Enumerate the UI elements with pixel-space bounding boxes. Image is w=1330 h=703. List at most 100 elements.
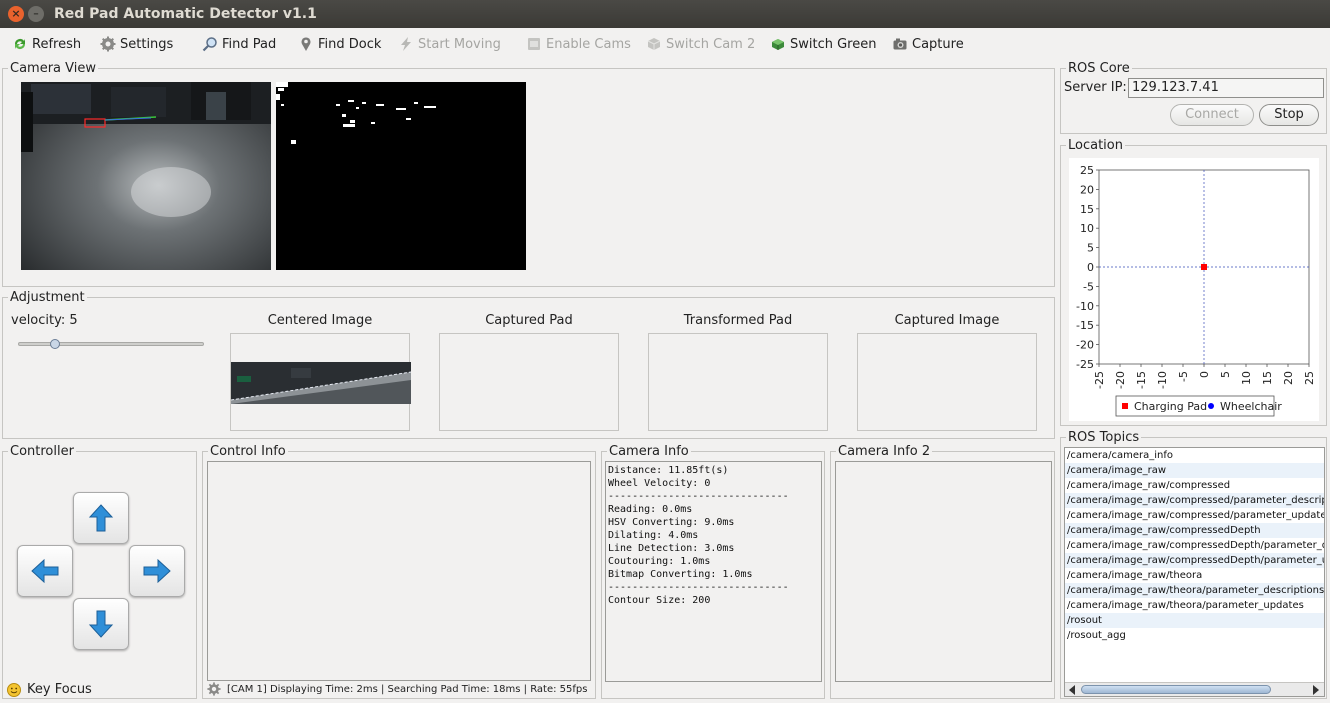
- capture-label: Capture: [912, 36, 964, 52]
- controller-title: Controller: [8, 444, 76, 459]
- topic-item[interactable]: /camera/camera_info: [1065, 448, 1324, 463]
- topic-item[interactable]: /camera/image_raw/theora: [1065, 568, 1324, 583]
- server-ip-label: Server IP:: [1064, 80, 1127, 95]
- gear-icon: [207, 682, 221, 696]
- move-up-button[interactable]: [73, 492, 129, 544]
- controller-panel: Controller Key Focus: [2, 444, 197, 699]
- find-pad-label: Find Pad: [222, 36, 277, 52]
- camera-info-title: Camera Info: [607, 444, 691, 459]
- topics-container: /camera/camera_info/camera/image_raw/cam…: [1065, 448, 1324, 643]
- topic-item[interactable]: /camera/image_raw/compressedDepth/parame…: [1065, 538, 1324, 553]
- scroll-left-icon[interactable]: [1068, 685, 1076, 695]
- y-tick-label: -15: [1076, 319, 1094, 332]
- magnifier-icon: [202, 37, 217, 52]
- green-cube-icon: [772, 39, 784, 50]
- arrow-down-icon: [88, 610, 114, 638]
- cam-switch-icon: [647, 38, 661, 50]
- topic-item[interactable]: /camera/image_raw/compressed/parameter_u…: [1065, 508, 1324, 523]
- move-left-button[interactable]: [17, 545, 73, 597]
- topic-item[interactable]: /camera/image_raw/compressed: [1065, 478, 1324, 493]
- enable-cams-label: Enable Cams: [546, 36, 631, 52]
- refresh-button[interactable]: Refresh: [12, 35, 81, 53]
- ros-core-title: ROS Core: [1066, 61, 1132, 76]
- x-tick-label: 0: [1198, 371, 1211, 378]
- control-info-textarea[interactable]: [207, 461, 591, 681]
- capture-button[interactable]: Capture: [892, 35, 964, 53]
- topic-item[interactable]: /camera/image_raw/theora/parameter_descr…: [1065, 583, 1324, 598]
- y-tick-label: -25: [1076, 358, 1094, 371]
- x-tick-label: -25: [1093, 371, 1106, 389]
- x-tick-label: 10: [1240, 371, 1253, 385]
- charging-pad-point: [1201, 264, 1207, 270]
- switch-green-label: Switch Green: [790, 36, 877, 52]
- topic-item[interactable]: /camera/image_raw/compressedDepth/parame…: [1065, 553, 1324, 568]
- topic-item[interactable]: /camera/image_raw/theora/parameter_updat…: [1065, 598, 1324, 613]
- switch-cam-2-label: Switch Cam 2: [666, 36, 756, 52]
- move-right-button[interactable]: [129, 545, 185, 597]
- pin-icon: [301, 37, 311, 51]
- binary-mask-graphic: [276, 82, 526, 270]
- scrollbar-thumb[interactable]: [1081, 685, 1271, 694]
- topic-item[interactable]: /rosout: [1065, 613, 1324, 628]
- camera-info-textarea[interactable]: Distance: 11.85ft(s) Wheel Velocity: 0 -…: [605, 461, 822, 682]
- location-title: Location: [1066, 138, 1125, 153]
- legend-label: Charging Pad: [1134, 400, 1207, 413]
- cam-enable-icon: [528, 38, 540, 50]
- x-tick-label: 20: [1282, 371, 1295, 385]
- transformed-pad-box: [648, 333, 828, 431]
- y-tick-label: -10: [1076, 300, 1094, 313]
- refresh-icon: [15, 39, 25, 49]
- enable-cams-button[interactable]: Enable Cams: [526, 35, 631, 53]
- minimize-icon[interactable]: –: [28, 6, 44, 22]
- y-tick-label: 25: [1080, 164, 1094, 177]
- chart-legend: Charging Pad Wheelchair: [1115, 395, 1282, 417]
- legend-marker-square: [1122, 403, 1128, 409]
- centered-image-label: Centered Image: [267, 313, 373, 328]
- topic-item[interactable]: /camera/image_raw/compressed/parameter_d…: [1065, 493, 1324, 508]
- arrow-left-icon: [31, 558, 59, 584]
- transformed-pad-label: Transformed Pad: [683, 313, 793, 328]
- move-down-button[interactable]: [73, 598, 129, 650]
- refresh-label: Refresh: [32, 36, 82, 52]
- y-tick-label: 15: [1080, 203, 1094, 216]
- centered-image-box: [230, 333, 411, 431]
- horizontal-scrollbar[interactable]: [1065, 682, 1324, 696]
- close-icon[interactable]: ×: [8, 6, 24, 22]
- switch-green-button[interactable]: Switch Green: [770, 35, 876, 53]
- settings-button[interactable]: Settings: [100, 35, 173, 53]
- camera-feed-graphic: [21, 82, 271, 270]
- legend-label: Wheelchair: [1220, 400, 1282, 413]
- server-ip-input[interactable]: 129.123.7.41: [1128, 78, 1324, 98]
- ros-topics-list[interactable]: /camera/camera_info/camera/image_raw/cam…: [1064, 447, 1325, 697]
- toolbar: Refresh Settings Find Pad Find Dock Star…: [0, 28, 1330, 60]
- find-pad-button[interactable]: Find Pad: [202, 35, 276, 53]
- x-tick-label: 5: [1219, 371, 1232, 378]
- switch-cam-2-button[interactable]: Switch Cam 2: [646, 35, 755, 53]
- find-dock-button[interactable]: Find Dock: [298, 35, 381, 53]
- ros-core-panel: ROS Core Server IP: 129.123.7.41 Connect…: [1060, 61, 1327, 134]
- camera-info-2-title: Camera Info 2: [836, 444, 933, 459]
- y-tick-label: -5: [1083, 280, 1094, 293]
- velocity-slider-thumb[interactable]: [50, 339, 61, 349]
- start-moving-button[interactable]: Start Moving: [398, 35, 501, 53]
- connect-button[interactable]: Connect: [1170, 104, 1254, 126]
- topic-item[interactable]: /rosout_agg: [1065, 628, 1324, 643]
- status-text: [CAM 1] Displaying Time: 2ms | Searching…: [227, 683, 588, 695]
- camera-icon: [893, 38, 907, 50]
- topic-item[interactable]: /camera/image_raw: [1065, 463, 1324, 478]
- scroll-right-icon[interactable]: [1312, 685, 1320, 695]
- settings-label: Settings: [120, 36, 174, 52]
- key-focus-indicator: Key Focus: [7, 682, 92, 697]
- location-panel: Location 25 20 15 10 5 0 -5 -10 -15 -20 -25 -25 -20-…: [1060, 138, 1327, 426]
- ros-topics-title: ROS Topics: [1066, 430, 1142, 445]
- location-chart: 25 20 15 10 5 0 -5 -10 -15 -20 -25-25 -20 -15 -10 -5 0 5…: [1069, 158, 1319, 421]
- binary-mask-image: [276, 82, 526, 270]
- velocity-label: velocity: 5: [11, 313, 78, 328]
- topic-item[interactable]: /camera/image_raw/compressedDepth: [1065, 523, 1324, 538]
- camera-info-2-textarea[interactable]: [835, 461, 1052, 682]
- camera-info-panel: Camera Info Distance: 11.85ft(s) Wheel V…: [601, 444, 825, 699]
- y-tick-label: 0: [1087, 261, 1094, 274]
- x-tick-label: -10: [1156, 371, 1169, 389]
- velocity-slider-track[interactable]: [18, 342, 204, 346]
- stop-button[interactable]: Stop: [1259, 104, 1319, 126]
